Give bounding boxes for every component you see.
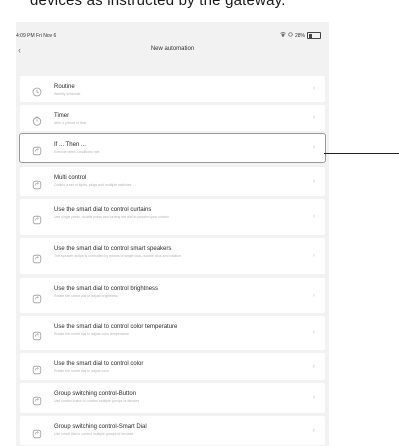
status-bar: 4:09 PM Fri Nov 6 28% xyxy=(16,22,329,39)
chevron-right-icon: › xyxy=(312,363,315,370)
automation-icon xyxy=(32,393,42,406)
item-subtitle: After a period of time xyxy=(54,121,87,125)
item-title: Routine xyxy=(54,84,75,90)
list-item[interactable]: Routine Weekly schedule › xyxy=(20,76,325,102)
timer-icon xyxy=(32,113,42,126)
list-item[interactable]: Use the smart dial to control smart spea… xyxy=(20,238,325,274)
item-subtitle: Weekly schedule xyxy=(54,92,81,96)
automation-icon xyxy=(32,362,42,375)
list-item[interactable]: Use the smart dial to control color Rotat… xyxy=(20,353,325,380)
item-subtitle: Rotate the smart dial to adjust color xyxy=(54,369,110,373)
item-subtitle: Rotate the smart dial to adjust brightne… xyxy=(54,294,118,298)
automation-icon xyxy=(32,291,42,304)
list-item[interactable]: Group switching control-Button Use contro… xyxy=(20,383,325,413)
item-text: If ... Then ... Execute when conditions m… xyxy=(54,142,254,155)
clock-icon xyxy=(32,84,42,97)
chevron-right-icon: › xyxy=(312,178,315,185)
callout-line xyxy=(324,153,399,154)
automation-icon xyxy=(32,328,42,341)
location-icon xyxy=(288,32,293,39)
chevron-right-icon: › xyxy=(312,252,315,259)
item-text: Group switching control-Smart Dial Use sm… xyxy=(54,424,254,437)
item-subtitle: Use control button to control multiple g… xyxy=(54,399,140,403)
item-title: Use the smart dial to control color xyxy=(54,361,144,367)
item-subtitle: The speaker action is controlled by mean… xyxy=(54,254,182,258)
list-item[interactable]: Multi control Control a set of lights, pl… xyxy=(20,167,325,196)
list-item[interactable]: Use the smart dial to control color temp… xyxy=(20,316,325,350)
item-title: If ... Then ... xyxy=(54,142,86,148)
chevron-right-icon: › xyxy=(312,85,315,92)
chevron-right-icon: › xyxy=(312,114,315,121)
list-item[interactable]: Use the smart dial to control curtains Us… xyxy=(20,199,325,235)
item-text: Use the smart dial to control smart spea… xyxy=(54,246,254,259)
caption-text: devices as instructed by the gateway. xyxy=(30,0,286,9)
list-item[interactable]: Use the smart dial to control brightness… xyxy=(20,278,325,313)
automation-icon xyxy=(32,426,42,439)
chevron-right-icon: › xyxy=(312,394,315,401)
item-text: Use the smart dial to control curtains Us… xyxy=(54,207,254,220)
item-subtitle: Control a set of lights, plugs and multi… xyxy=(54,183,132,187)
item-text: Use the smart dial to control brightness… xyxy=(54,286,254,299)
chevron-right-icon: › xyxy=(312,213,315,220)
item-title: Group switching control-Smart Dial xyxy=(54,424,147,430)
item-text: Use the smart dial to control color Rotat… xyxy=(54,361,254,374)
item-text: Group switching control-Button Use contro… xyxy=(54,391,254,404)
chevron-right-icon: › xyxy=(312,292,315,299)
item-subtitle: Use single press, double press and turni… xyxy=(54,215,169,219)
item-title: Use the smart dial to control curtains xyxy=(54,207,152,213)
item-subtitle: Rotate the smart dial to adjust color te… xyxy=(54,332,129,336)
list-item[interactable]: Timer After a period of time › xyxy=(20,105,325,131)
status-indicators: 28% xyxy=(280,32,321,39)
item-subtitle: Execute when conditions met xyxy=(54,150,100,154)
item-text: Timer After a period of time xyxy=(54,113,254,126)
status-time: 4:09 PM Fri Nov 6 xyxy=(16,33,57,39)
item-subtitle: Use smart dial to control multiple group… xyxy=(54,432,134,436)
item-text: Routine Weekly schedule xyxy=(54,84,254,97)
item-text: Multi control Control a set of lights, pl… xyxy=(54,175,254,188)
nav-header: ‹ New automation xyxy=(16,45,329,59)
item-title: Use the smart dial to control brightness xyxy=(54,286,159,292)
wifi-icon xyxy=(280,32,286,39)
item-text: Use the smart dial to control color temp… xyxy=(54,324,254,337)
chevron-right-icon: › xyxy=(312,144,315,151)
list-item[interactable]: If ... Then ... Execute when conditions m… xyxy=(19,133,326,163)
battery-percent: 28% xyxy=(294,32,305,39)
item-title: Use the smart dial to control smart spea… xyxy=(54,246,172,252)
list-item[interactable]: Group switching control-Smart Dial Use sm… xyxy=(20,416,325,445)
automation-icon xyxy=(32,177,42,190)
chevron-right-icon: › xyxy=(312,427,315,434)
item-title: Timer xyxy=(54,113,70,119)
automation-icon xyxy=(32,212,42,225)
item-title: Use the smart dial to control color temp… xyxy=(54,324,178,330)
battery-icon xyxy=(307,32,321,39)
page-title: New automation xyxy=(150,46,195,52)
automation-icon xyxy=(32,143,42,156)
automation-icon xyxy=(32,251,42,264)
item-title: Multi control xyxy=(54,175,87,181)
item-title: Group switching control-Button xyxy=(54,391,137,397)
chevron-right-icon: › xyxy=(312,329,315,336)
tablet-screen: 4:09 PM Fri Nov 6 28% ‹ New automation R… xyxy=(16,22,329,446)
